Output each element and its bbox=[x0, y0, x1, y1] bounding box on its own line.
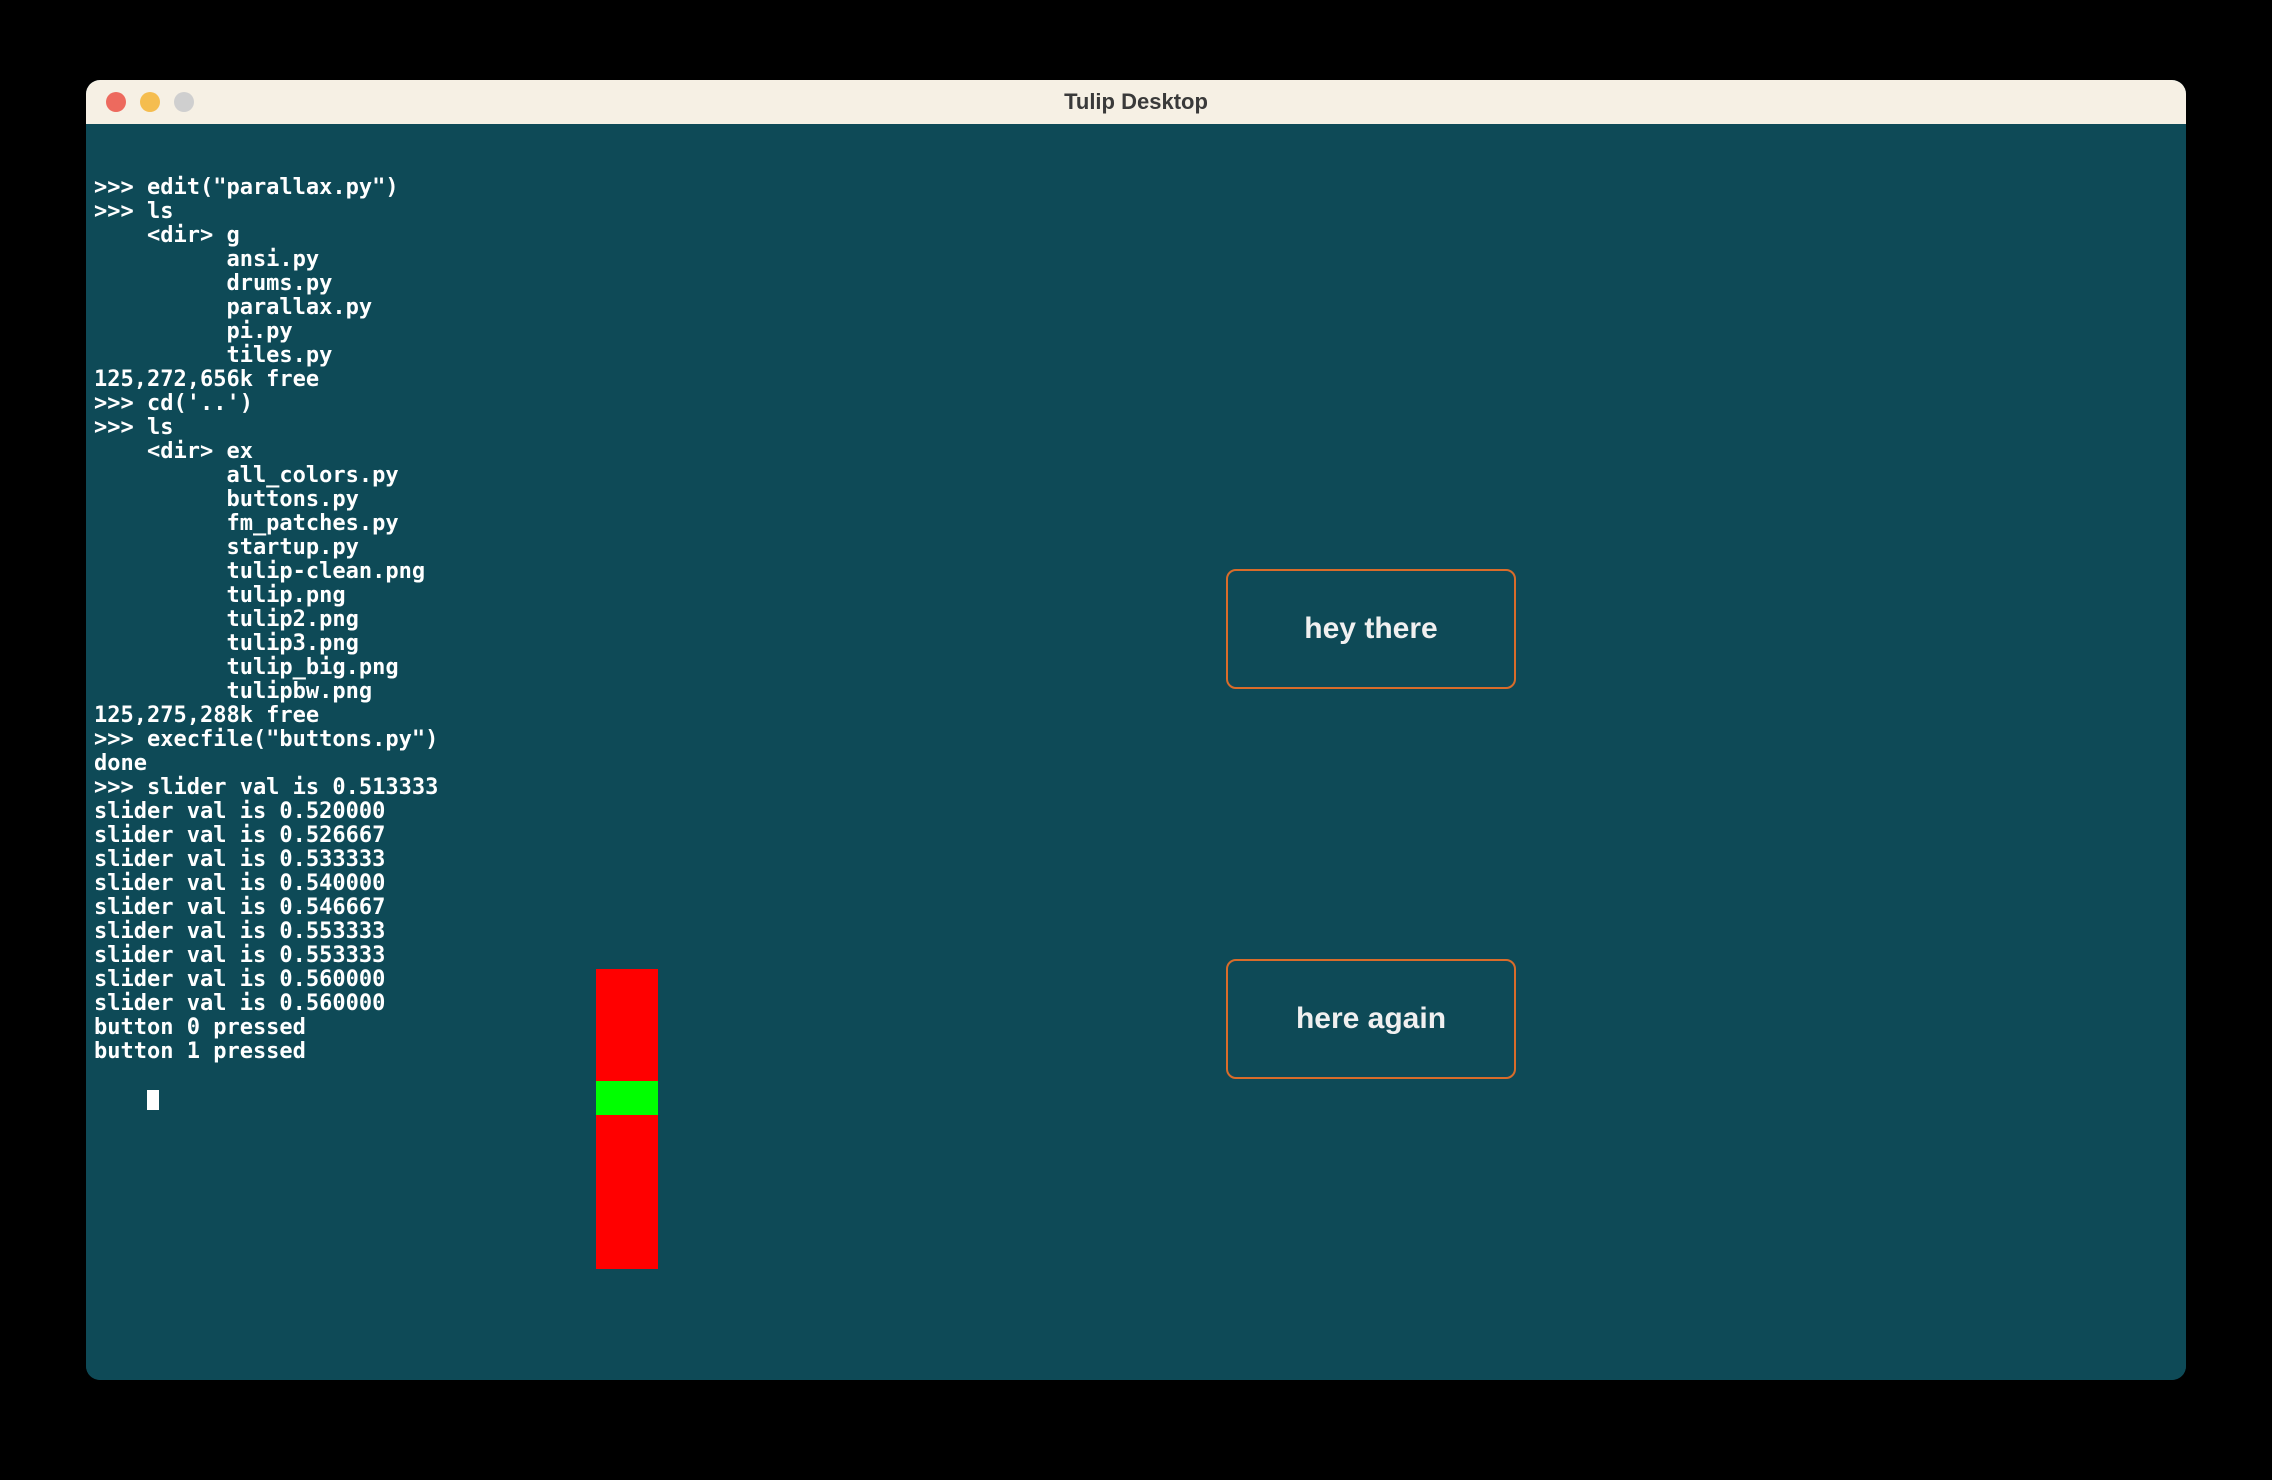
terminal-line: slider val is 0.546667 bbox=[94, 896, 2178, 920]
maximize-window-button[interactable] bbox=[174, 92, 194, 112]
terminal-line: slider val is 0.560000 bbox=[94, 968, 2178, 992]
terminal-line: button 1 pressed bbox=[94, 1040, 2178, 1064]
terminal-line: tulip_big.png bbox=[94, 656, 2178, 680]
terminal-output: >>> edit("parallax.py")>>> ls <dir> g an… bbox=[94, 176, 2178, 1064]
terminal-line: parallax.py bbox=[94, 296, 2178, 320]
terminal-line: done bbox=[94, 752, 2178, 776]
terminal-line: 125,275,288k free bbox=[94, 704, 2178, 728]
traffic-lights bbox=[106, 92, 194, 112]
window-title: Tulip Desktop bbox=[86, 89, 2186, 115]
terminal-line: slider val is 0.526667 bbox=[94, 824, 2178, 848]
terminal-line: >>> slider val is 0.513333 bbox=[94, 776, 2178, 800]
terminal-line: tulip2.png bbox=[94, 608, 2178, 632]
terminal-line: drums.py bbox=[94, 272, 2178, 296]
terminal-line: >>> edit("parallax.py") bbox=[94, 176, 2178, 200]
terminal-line: slider val is 0.540000 bbox=[94, 872, 2178, 896]
terminal-line: >>> ls bbox=[94, 416, 2178, 440]
slider[interactable] bbox=[596, 969, 658, 1269]
button-0[interactable]: hey there bbox=[1226, 569, 1516, 689]
terminal-line: slider val is 0.533333 bbox=[94, 848, 2178, 872]
terminal-line: buttons.py bbox=[94, 488, 2178, 512]
terminal-line: startup.py bbox=[94, 536, 2178, 560]
terminal-line: tulip.png bbox=[94, 584, 2178, 608]
button-0-label: hey there bbox=[1304, 617, 1437, 641]
terminal-line: ansi.py bbox=[94, 248, 2178, 272]
button-1[interactable]: here again bbox=[1226, 959, 1516, 1079]
terminal-line: <dir> ex bbox=[94, 440, 2178, 464]
terminal-line: slider val is 0.520000 bbox=[94, 800, 2178, 824]
terminal-line: >>> execfile("buttons.py") bbox=[94, 728, 2178, 752]
minimize-window-button[interactable] bbox=[140, 92, 160, 112]
terminal-line: slider val is 0.553333 bbox=[94, 920, 2178, 944]
titlebar: Tulip Desktop bbox=[86, 80, 2186, 124]
terminal-line: tulip3.png bbox=[94, 632, 2178, 656]
terminal-line: all_colors.py bbox=[94, 464, 2178, 488]
terminal-line: tulip-clean.png bbox=[94, 560, 2178, 584]
button-1-label: here again bbox=[1296, 1007, 1446, 1031]
terminal-line: >>> cd('..') bbox=[94, 392, 2178, 416]
terminal-line: <dir> g bbox=[94, 224, 2178, 248]
terminal-line: slider val is 0.553333 bbox=[94, 944, 2178, 968]
terminal-pane[interactable]: >>> edit("parallax.py")>>> ls <dir> g an… bbox=[86, 124, 2186, 1380]
terminal-line: >>> ls bbox=[94, 200, 2178, 224]
close-window-button[interactable] bbox=[106, 92, 126, 112]
terminal-line: slider val is 0.560000 bbox=[94, 992, 2178, 1016]
terminal-line: tulipbw.png bbox=[94, 680, 2178, 704]
terminal-cursor bbox=[147, 1090, 159, 1110]
slider-handle[interactable] bbox=[596, 1081, 658, 1115]
terminal-line: tiles.py bbox=[94, 344, 2178, 368]
app-window: Tulip Desktop >>> edit("parallax.py")>>>… bbox=[86, 80, 2186, 1380]
terminal-line: fm_patches.py bbox=[94, 512, 2178, 536]
terminal-line: pi.py bbox=[94, 320, 2178, 344]
terminal-line: button 0 pressed bbox=[94, 1016, 2178, 1040]
terminal-line: 125,272,656k free bbox=[94, 368, 2178, 392]
